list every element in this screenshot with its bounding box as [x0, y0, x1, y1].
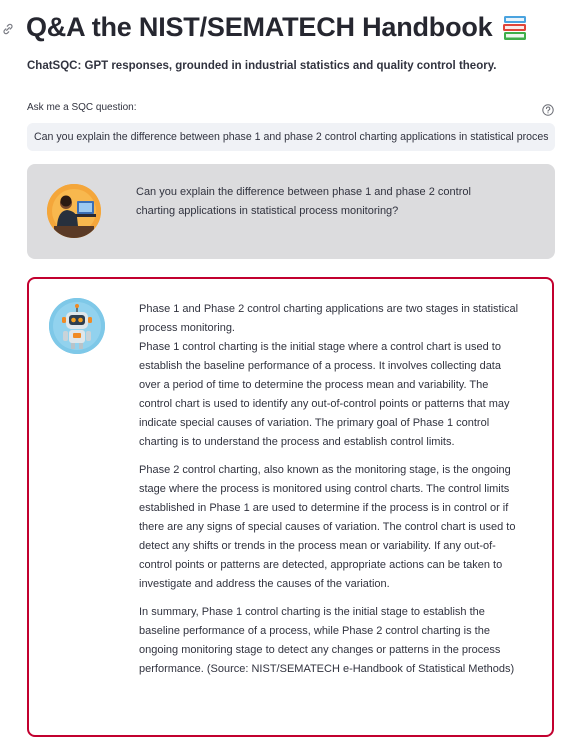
question-input-label: Ask me a SQC question:: [27, 102, 137, 113]
assistant-message-text: Phase 1 and Phase 2 control charting app…: [139, 300, 519, 688]
assistant-paragraph: Phase 2 control charting, also known as …: [139, 464, 516, 590]
page-title-text: Q&A the NIST/SEMATECH Handbook: [26, 12, 493, 42]
link-icon[interactable]: [1, 22, 15, 36]
user-message-text: Can you explain the difference between p…: [136, 186, 471, 217]
assistant-paragraph: Phase 1 and Phase 2 control charting app…: [139, 303, 519, 334]
assistant-paragraph: Phase 1 control charting is the initial …: [139, 341, 510, 448]
books-icon: [502, 15, 526, 40]
assistant-paragraph: In summary, Phase 1 control charting is …: [139, 606, 515, 675]
question-circle-icon[interactable]: [542, 104, 554, 116]
page-title: Q&A the NIST/SEMATECH Handbook: [26, 12, 529, 43]
user-avatar: [47, 184, 101, 238]
question-input[interactable]: [27, 123, 555, 151]
assistant-message: Phase 1 and Phase 2 control charting app…: [27, 277, 554, 737]
user-message: Can you explain the difference between p…: [27, 164, 555, 259]
page-subtitle: ChatSQC: GPT responses, grounded in indu…: [27, 60, 497, 72]
robot-avatar: [49, 298, 105, 354]
